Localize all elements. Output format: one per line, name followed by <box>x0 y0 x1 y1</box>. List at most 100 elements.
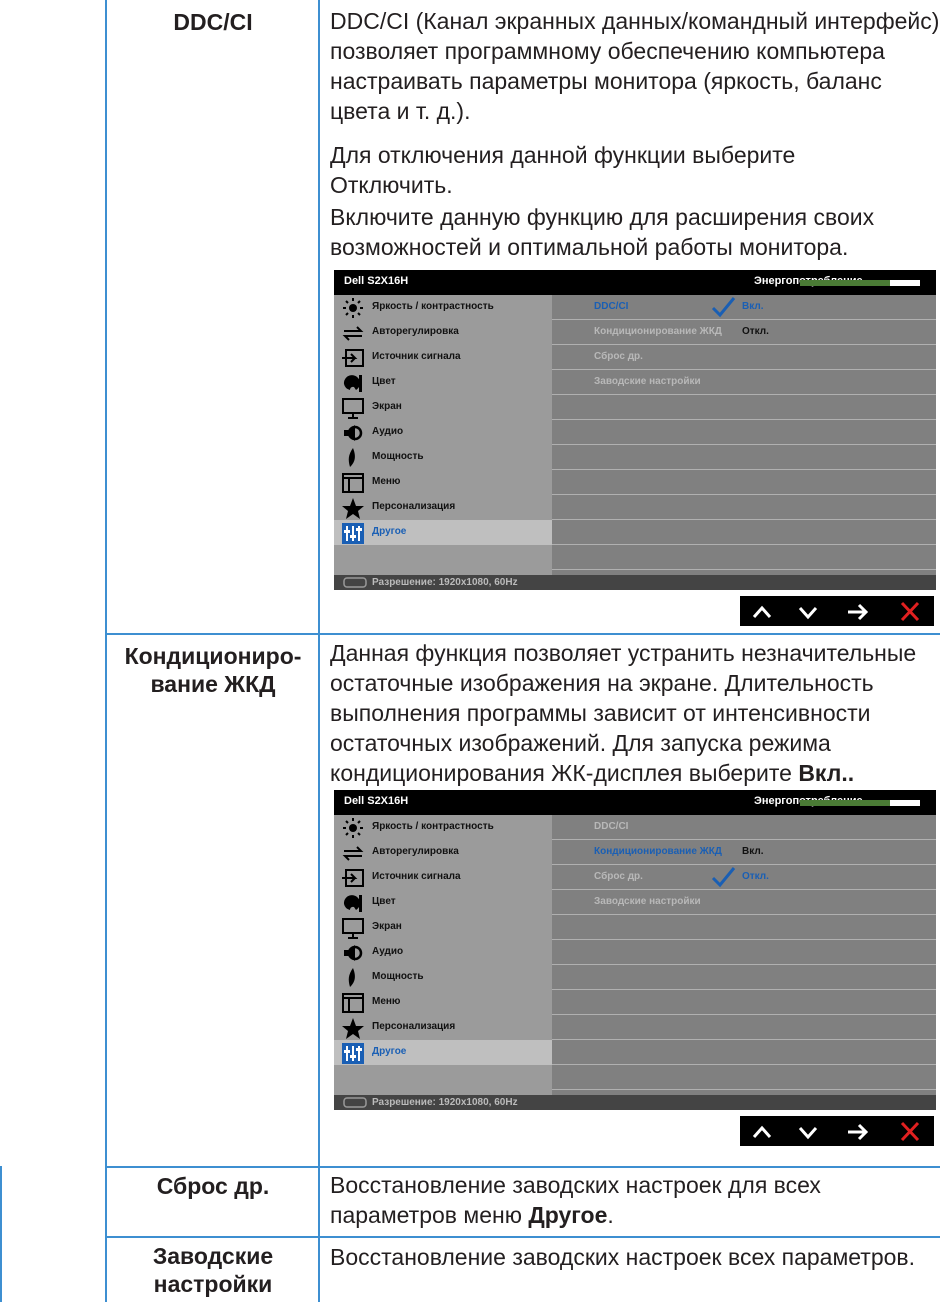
chevron-down-icon[interactable] <box>794 1119 822 1143</box>
osd-submenu-row <box>552 915 936 940</box>
osd-menu-label: Другое <box>372 526 407 537</box>
osd-title-bar: Dell S2X16HЭнергопотребление <box>334 270 936 295</box>
osd-status-bar: Разрешение: 1920x1080, 60Hz <box>334 1095 936 1110</box>
osd-submenu-row <box>552 395 936 420</box>
osd-submenu-row <box>552 1015 936 1040</box>
osd-menu-label: Цвет <box>372 376 396 387</box>
osd-menu-label: Персонализация <box>372 501 456 512</box>
osd-submenu-row[interactable]: Кондиционирование ЖКД Откл. <box>552 320 936 345</box>
close-icon[interactable] <box>896 1119 924 1143</box>
osd-menu-label: Меню <box>372 996 401 1007</box>
osd-menu-item[interactable]: Авторегулировка <box>334 840 552 865</box>
osd-menu-item[interactable]: Меню <box>334 470 552 495</box>
osd-menu-item[interactable]: Источник сигнала <box>334 865 552 890</box>
arrow-right-icon[interactable] <box>844 1119 872 1143</box>
osd-submenu-row <box>552 520 936 545</box>
row-label-factory-settings: Заводские настройки <box>107 1242 319 1298</box>
osd-title-bar: Dell S2X16HЭнергопотребление <box>334 790 936 815</box>
osd-menu-label: Мощность <box>372 451 424 462</box>
star-icon <box>342 498 364 519</box>
osd-submenu-row <box>552 420 936 445</box>
description-bold: Другое <box>528 1202 608 1228</box>
osd-option-off[interactable]: Откл. <box>742 871 769 882</box>
osd-menu-label: Другое <box>372 1046 407 1057</box>
osd-menu-screenshot: Dell S2X16HЭнергопотреблениеЯркость / ко… <box>334 790 936 1110</box>
osd-menu-label: Персонализация <box>372 1021 456 1032</box>
power-icon <box>348 968 355 987</box>
osd-menu-label: Аудио <box>372 426 404 437</box>
ddcci-disable-note: Для отключения данной функции выберите О… <box>330 142 796 198</box>
osd-menu-item[interactable]: Другое <box>334 520 552 545</box>
ddcci-description: DDC/CI (Канал экранных данных/командный … <box>330 8 940 124</box>
osd-menu-item[interactable]: Аудио <box>334 420 552 445</box>
osd-model-name: Dell S2X16H <box>344 275 409 287</box>
chevron-up-icon[interactable] <box>748 599 776 623</box>
vga-connector-icon <box>343 577 367 588</box>
osd-submenu-label: Кондиционирование ЖКД <box>594 846 722 857</box>
chevron-up-icon[interactable] <box>748 1119 776 1143</box>
checkmark-icon <box>711 297 736 318</box>
osd-menu-item[interactable]: Цвет <box>334 890 552 915</box>
row-label-ddcci: DDC/CI <box>173 9 253 35</box>
input-source-icon <box>342 349 364 367</box>
auto-adjust-icon <box>342 326 364 341</box>
osd-menu-item[interactable]: Авторегулировка <box>334 320 552 345</box>
osd-menu-label: Авторегулировка <box>372 326 459 337</box>
osd-submenu-row <box>552 990 936 1015</box>
osd-menu-item[interactable]: Мощность <box>334 965 552 990</box>
osd-submenu-label: Заводские настройки <box>594 896 701 907</box>
osd-submenu-row[interactable]: Сброс др. <box>552 345 936 370</box>
osd-submenu-row[interactable]: Заводские настройки <box>552 890 936 915</box>
osd-main-menu: Яркость / контрастность Авторегулировка Ис… <box>334 295 552 575</box>
energy-meter-fill <box>800 280 890 286</box>
osd-menu-item[interactable]: Аудио <box>334 940 552 965</box>
chevron-down-icon[interactable] <box>794 599 822 623</box>
energy-meter-fill <box>800 800 890 806</box>
label-line: настройки <box>153 1271 273 1297</box>
osd-nav-buttons <box>740 596 934 626</box>
energy-meter <box>800 280 920 286</box>
osd-menu-item[interactable]: Яркость / контрастность <box>334 815 552 840</box>
label-line: Заводские <box>152 1243 274 1269</box>
osd-menu-label: Яркость / контрастность <box>372 301 494 312</box>
osd-menu-item[interactable]: Цвет <box>334 370 552 395</box>
osd-menu-item[interactable]: Другое <box>334 1040 552 1065</box>
osd-menu-item[interactable]: Персонализация <box>334 495 552 520</box>
osd-resolution-text: Разрешение: 1920x1080, 60Hz <box>372 577 518 588</box>
osd-menu-label: Цвет <box>372 896 396 907</box>
menu-icon <box>342 473 364 493</box>
other-icon <box>342 523 364 544</box>
osd-submenu-row[interactable]: DDC/CI Вкл. <box>552 295 936 320</box>
osd-submenu-row[interactable]: DDC/CI <box>552 815 936 840</box>
osd-option-on[interactable]: Вкл. <box>742 301 763 312</box>
osd-menu-item[interactable]: Яркость / контрастность <box>334 295 552 320</box>
auto-adjust-icon <box>342 846 364 861</box>
arrow-right-icon[interactable] <box>844 599 872 623</box>
osd-option-off[interactable]: Откл. <box>742 326 769 337</box>
osd-submenu-label: Кондиционирование ЖКД <box>594 326 722 337</box>
description-bold: Вкл.. <box>798 760 855 786</box>
osd-menu-item[interactable]: Меню <box>334 990 552 1015</box>
osd-menu-item[interactable]: Источник сигнала <box>334 345 552 370</box>
osd-menu-item[interactable]: Экран <box>334 915 552 940</box>
osd-submenu-row[interactable]: Кондиционирование ЖКД Вкл. <box>552 840 936 865</box>
row-label-reset-other: Сброс др. <box>156 1173 270 1199</box>
star-icon <box>342 1018 364 1039</box>
osd-menu-label: Экран <box>372 921 402 932</box>
osd-option-on[interactable]: Вкл. <box>742 846 763 857</box>
osd-menu-item[interactable]: Персонализация <box>334 1015 552 1040</box>
osd-menu-item[interactable]: Экран <box>334 395 552 420</box>
power-icon <box>348 448 355 467</box>
ddcci-enable-note: Включите данную функцию для расширения с… <box>330 204 875 260</box>
osd-submenu-label: Заводские настройки <box>594 376 701 387</box>
menu-icon <box>342 993 364 1013</box>
osd-submenu-row <box>552 940 936 965</box>
osd-menu-label: Источник сигнала <box>372 871 461 882</box>
osd-submenu-row[interactable]: Сброс др. Откл. <box>552 865 936 890</box>
osd-menu-item[interactable]: Мощность <box>334 445 552 470</box>
osd-submenu-label: DDC/CI <box>594 821 629 832</box>
close-icon[interactable] <box>896 599 924 623</box>
osd-submenu-row <box>552 1065 936 1090</box>
brightness-icon <box>343 298 363 318</box>
osd-submenu-row[interactable]: Заводские настройки <box>552 370 936 395</box>
